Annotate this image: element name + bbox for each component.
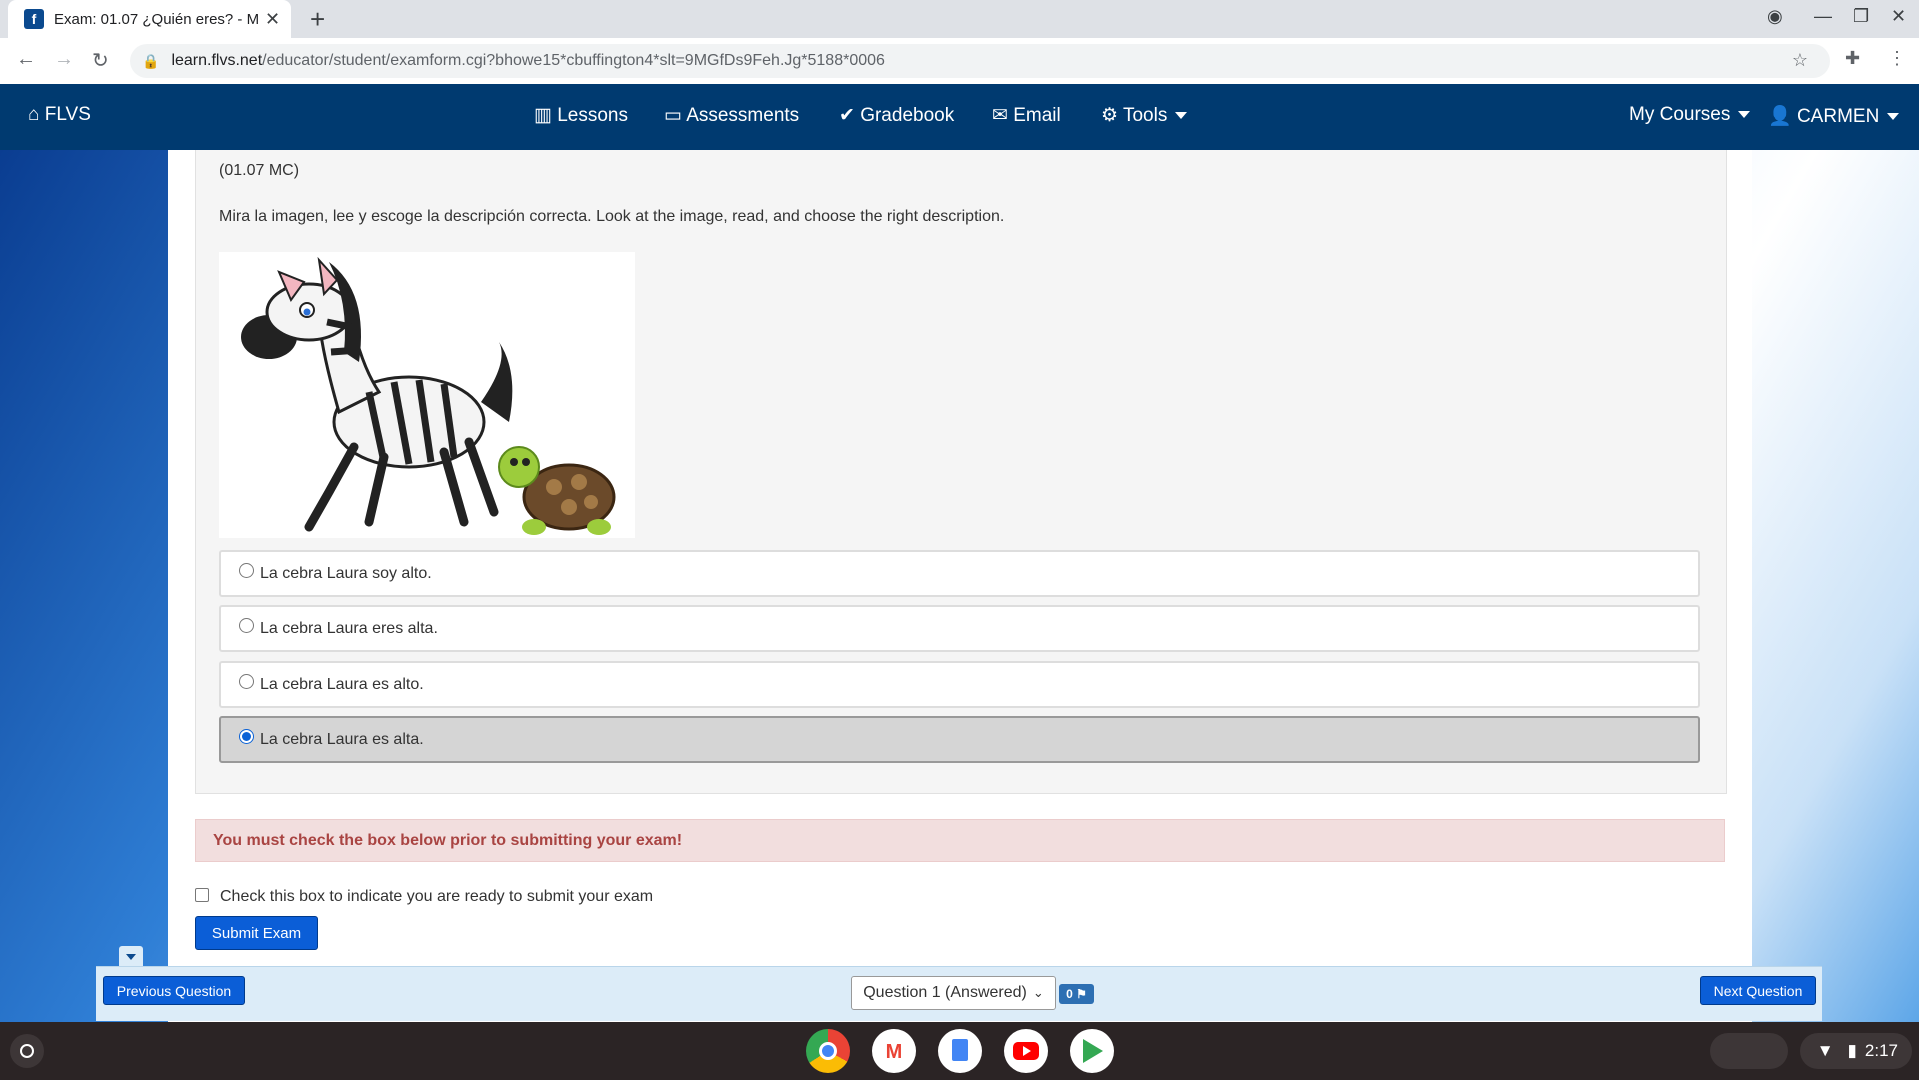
answer-label: La cebra Laura soy alto. [260,564,432,582]
close-window-icon[interactable]: ✕ [1891,6,1906,27]
youtube-icon[interactable] [1004,1029,1048,1073]
zebra-and-turtle-illustration [241,256,616,535]
nav-gradebook[interactable]: ✔ Gradebook [839,104,954,127]
minimize-icon[interactable]: — [1814,6,1832,27]
new-tab-icon[interactable]: + [310,4,325,35]
flvs-favicon-icon: f [24,9,44,29]
question-select[interactable]: Question 1 (Answered) ⌄ [851,976,1056,1010]
answer-radio[interactable] [239,674,254,689]
bookmark-star-icon[interactable]: ☆ [1792,50,1808,71]
question-number: (01.07 MC) [219,162,300,179]
wifi-icon: ▼ [1816,1041,1834,1060]
envelope-icon: ✉ [992,105,1008,126]
forward-icon[interactable]: → [54,48,74,71]
check-icon: ✔ [839,105,855,126]
extensions-icon[interactable]: ✚ [1845,48,1860,69]
more-menu-icon[interactable]: ⋮ [1888,48,1906,69]
tab-title: Exam: 01.07 ¿Quién eres? - M/J [54,10,259,28]
chevron-down-icon [1175,112,1188,120]
lock-icon: 🔒 [142,52,160,69]
answer-option-3[interactable]: La cebra Laura es alto. [219,661,1700,708]
chrome-icon[interactable] [806,1029,850,1073]
user-icon: 👤 [1768,106,1792,127]
answer-option-1[interactable]: La cebra Laura soy alto. [219,550,1700,597]
nav-assessments[interactable]: ▭ Assessments [664,104,799,127]
question-image [219,252,635,538]
collapse-footer-icon[interactable] [119,946,143,966]
nav-email[interactable]: ✉ Email [992,104,1061,127]
ready-to-submit-checkbox[interactable] [195,888,209,902]
url-text: learn.flvs.net/educator/student/examform… [171,52,885,69]
answer-option-4[interactable]: La cebra Laura es alta. [219,716,1700,763]
chevron-down-icon [1738,111,1751,119]
nav-lessons[interactable]: ▥ Lessons [534,104,628,127]
home-icon: ⌂ [28,104,40,125]
answer-label: La cebra Laura es alto. [260,675,424,693]
answer-radio[interactable] [239,563,254,578]
answer-radio[interactable] [239,618,254,633]
browser-tab-bar: f Exam: 01.07 ¿Quién eres? - M/J ✕ + ◉ —… [0,0,1919,38]
question-select-value: Question 1 (Answered) [863,984,1027,1001]
answer-label: La cebra Laura eres alta. [260,619,438,637]
play-store-icon[interactable] [1070,1029,1114,1073]
address-bar[interactable]: 🔒 learn.flvs.net/educator/student/examfo… [130,44,1830,78]
nav-my-courses[interactable]: My Courses [1629,104,1751,126]
battery-icon: ▮ [1847,1041,1857,1060]
app-navbar: ⌂ FLVS ▥ Lessons ▭ Assessments ✔ Gradebo… [0,84,1919,150]
previous-question-button[interactable]: Previous Question [103,976,245,1005]
ready-to-submit-label: Check this box to indicate you are ready… [220,888,654,905]
system-tray[interactable]: ▼ ▮ 2:17 [1800,1033,1912,1069]
docs-icon[interactable] [938,1029,982,1073]
clock-time: 2:17 [1864,1041,1898,1060]
chevron-down-icon: ⌄ [1032,985,1044,1000]
question-prompt: Mira la imagen, lee y escoge la descripc… [219,208,1005,225]
back-icon[interactable]: ← [16,48,36,71]
submit-warning-alert: You must check the box below prior to su… [195,819,1725,862]
flag-count-badge[interactable]: 0 ⚑ [1059,984,1094,1004]
gmail-icon[interactable]: M [872,1029,916,1073]
submit-exam-button[interactable]: Submit Exam [195,916,318,950]
browser-tab[interactable]: f Exam: 01.07 ¿Quién eres? - M/J ✕ [8,0,291,38]
holding-space-tray[interactable] [1710,1033,1788,1069]
reload-icon[interactable]: ↻ [92,48,109,73]
nav-home[interactable]: ⌂ FLVS [28,104,91,126]
gear-icon: ⚙ [1101,105,1119,126]
restore-icon[interactable]: ❐ [1853,6,1869,27]
nav-tools[interactable]: ⚙ Tools [1101,104,1188,127]
answer-option-2[interactable]: La cebra Laura eres alta. [219,605,1700,652]
chevron-down-icon [1887,113,1900,121]
inbox-icon: ▭ [664,105,682,126]
book-icon: ▥ [534,105,552,126]
browser-toolbar: ← → ↻ 🔒 learn.flvs.net/educator/student/… [0,38,1919,85]
close-tab-icon[interactable]: ✕ [265,9,280,30]
flag-icon: ⚑ [1076,987,1087,1001]
tab-search-icon[interactable]: ◉ [1767,6,1783,27]
answer-label: La cebra Laura es alta. [260,730,424,748]
flag-count: 0 [1066,987,1073,1001]
alert-text: You must check the box below prior to su… [213,831,683,849]
nav-user-menu[interactable]: 👤 CARMEN [1768,104,1900,128]
next-question-button[interactable]: Next Question [1700,976,1816,1005]
launcher-icon[interactable] [10,1034,44,1068]
answer-radio-selected[interactable] [239,729,254,744]
